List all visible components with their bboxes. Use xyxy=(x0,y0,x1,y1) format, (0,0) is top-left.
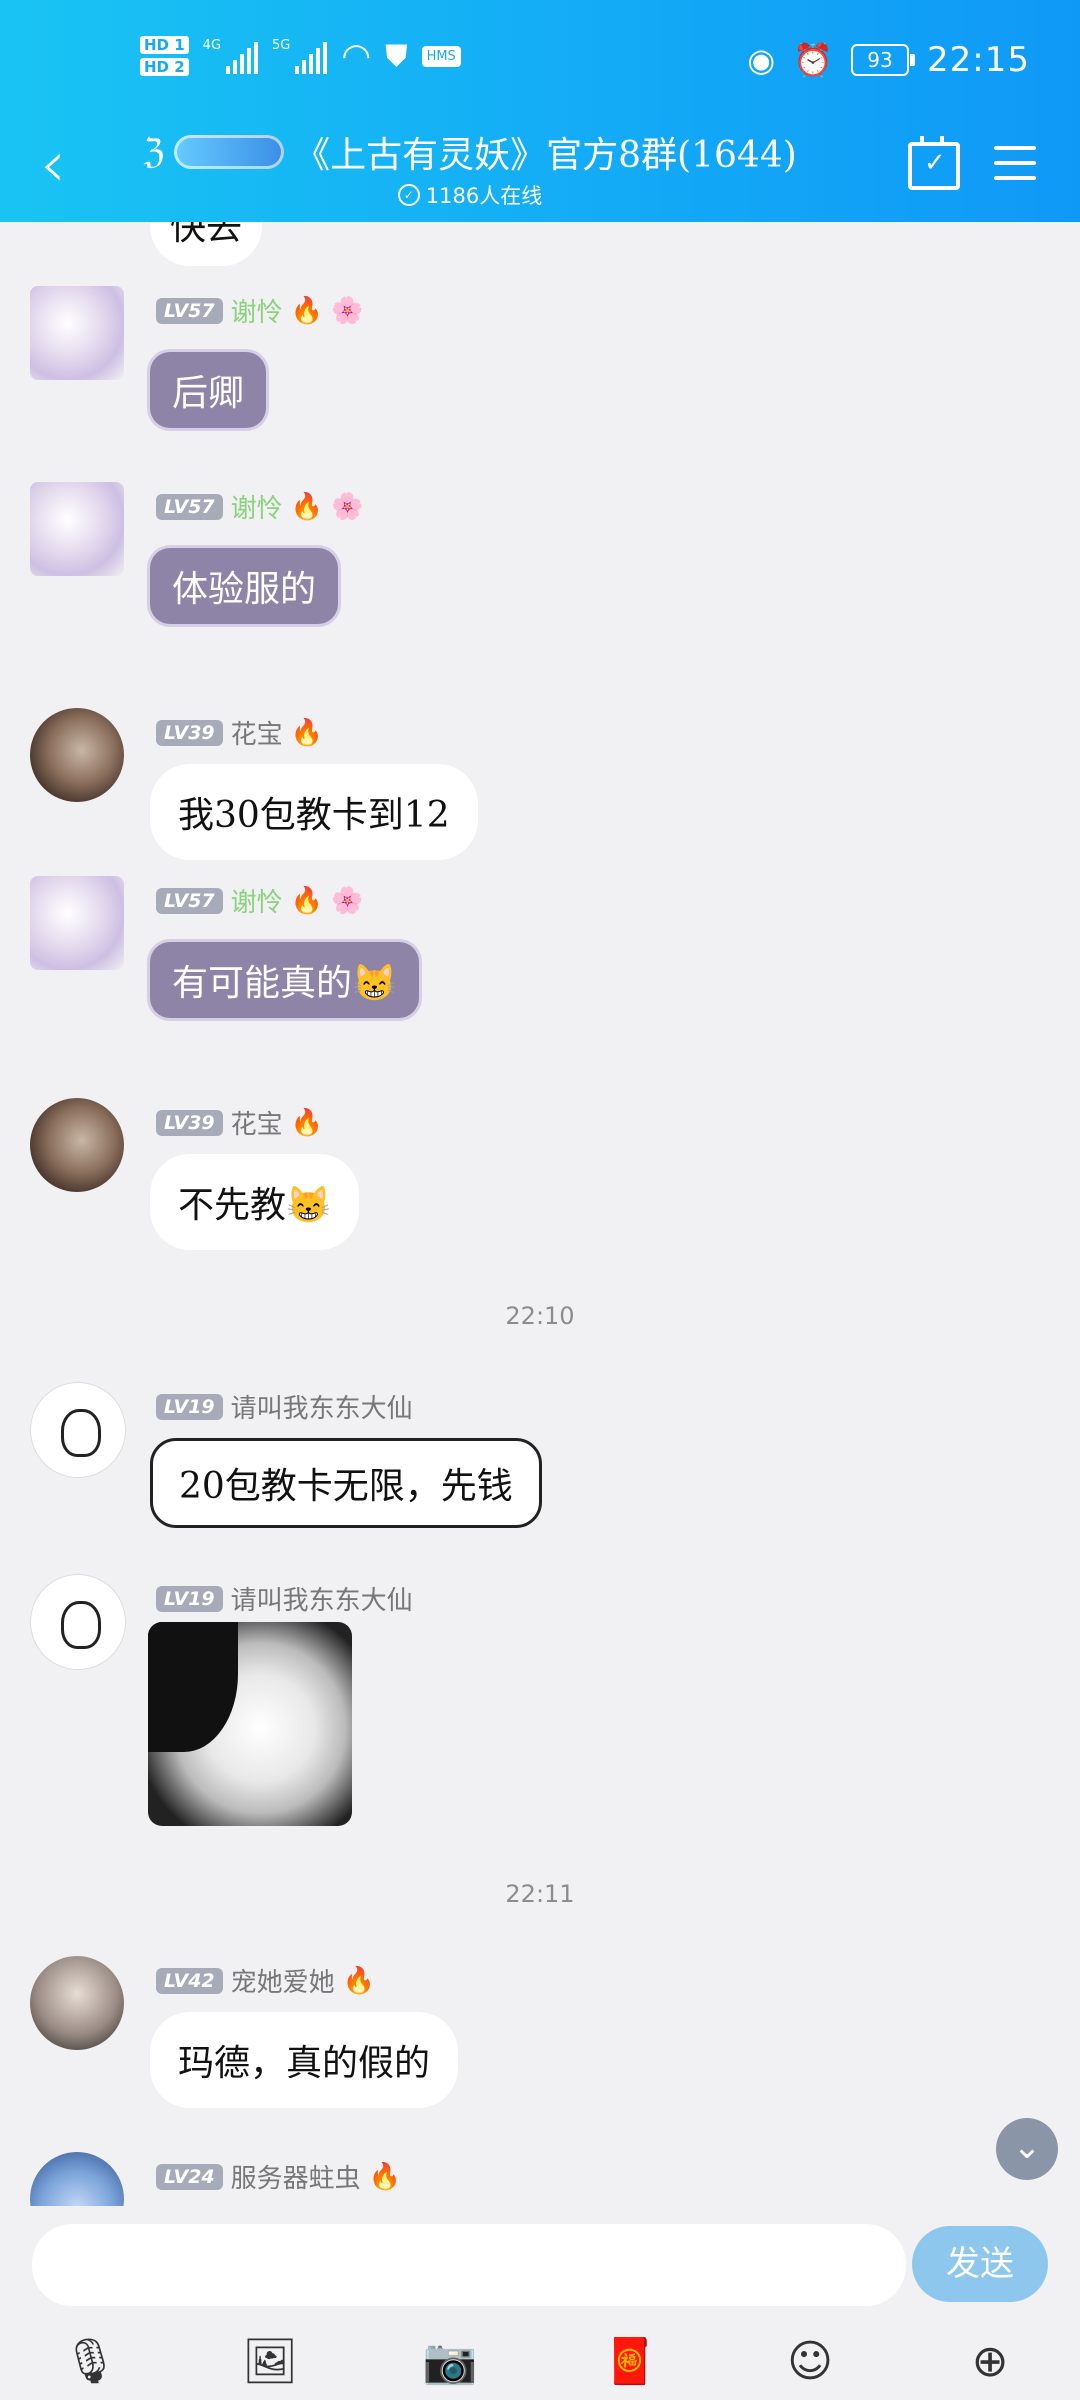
avatar[interactable] xyxy=(30,2152,124,2206)
level-badge: LV19 xyxy=(156,1585,223,1612)
message-meta: LV19 请叫我东东大仙 xyxy=(156,1388,413,1425)
avatar[interactable] xyxy=(30,1956,124,2050)
level-badge: LV24 xyxy=(156,2163,223,2190)
chat-message-list[interactable]: 快去 LV57 谢怜 🔥 🌸 后卿 LV57 谢怜 🔥 🌸 体验服的 LV39 … xyxy=(0,222,1080,2206)
nickname[interactable]: 请叫我东东大仙 xyxy=(231,1580,413,1617)
avatar[interactable] xyxy=(30,1574,126,1670)
sticker-image[interactable] xyxy=(148,1622,352,1826)
group-level-badge xyxy=(174,135,285,169)
message-meta: LV57 谢怜 🔥 🌸 xyxy=(156,488,363,525)
calendar-checkin-icon[interactable]: ✓ xyxy=(908,136,960,190)
ear-icon: ℨ xyxy=(143,132,165,172)
level-badge: LV19 xyxy=(156,1393,223,1420)
red-packet-icon[interactable]: 🧧 xyxy=(602,2334,658,2390)
battery-icon: 93 xyxy=(851,44,916,76)
message-bubble[interactable]: 体验服的 xyxy=(150,548,339,624)
camera-icon[interactable]: 📷 xyxy=(422,2334,478,2390)
fire-icon: 🔥 xyxy=(342,1965,376,1996)
message-bubble[interactable]: 不先教😸 xyxy=(150,1154,359,1250)
fire-icon: 🔥 xyxy=(290,295,324,326)
fire-icon: 🔥 xyxy=(290,717,324,748)
nickname[interactable]: 宠她爱她 xyxy=(231,1962,335,1999)
nickname[interactable]: 谢怜 xyxy=(231,882,283,919)
shield-icon: ⛊ xyxy=(385,38,408,74)
message-input[interactable] xyxy=(32,2224,906,2306)
signal-5g-icon: 5G xyxy=(272,38,328,74)
toolbar: 🎙 🖼 📷 🧧 ☺ ⊕ xyxy=(0,2334,1080,2390)
fire-icon: 🔥 xyxy=(290,885,324,916)
message-bubble[interactable]: 我30包教卡到12 xyxy=(150,764,478,860)
online-icon: ✓ xyxy=(397,184,420,206)
online-count: ✓ 1186人在线 xyxy=(120,180,820,210)
input-bar: 发送 🎙 🖼 📷 🧧 ☺ ⊕ xyxy=(0,2206,1080,2400)
nickname[interactable]: 花宝 xyxy=(231,1104,283,1141)
message-meta: LV19 请叫我东东大仙 xyxy=(156,1580,413,1617)
avatar[interactable] xyxy=(30,1382,126,1478)
hd-badges: HD 1 HD 2 xyxy=(140,36,189,76)
message-bubble[interactable]: 有可能真的😸 xyxy=(150,942,419,1018)
message-meta: LV42 宠她爱她 🔥 xyxy=(156,1962,375,1999)
message-meta: LV57 谢怜 🔥 🌸 xyxy=(156,292,363,329)
level-badge: LV57 xyxy=(156,887,223,914)
nickname[interactable]: 请叫我东东大仙 xyxy=(231,1388,413,1425)
message-meta: LV39 花宝 🔥 xyxy=(156,1104,323,1141)
message-bubble[interactable]: 后卿 xyxy=(150,352,267,428)
emoji-icon[interactable]: ☺ xyxy=(782,2334,838,2390)
avatar[interactable] xyxy=(30,482,124,576)
flower-badge-icon: 🌸 xyxy=(331,295,364,326)
level-badge: LV57 xyxy=(156,297,223,324)
signal-4g-icon: 4G xyxy=(203,38,259,74)
avatar[interactable] xyxy=(30,708,124,802)
alarm-icon: ⏰ xyxy=(793,41,834,79)
avatar[interactable] xyxy=(30,1098,124,1192)
level-badge: LV42 xyxy=(156,1967,223,1994)
hd1-badge: HD 1 xyxy=(140,36,189,54)
nickname[interactable]: 服务器蛀虫 xyxy=(231,2158,361,2195)
status-right: ◉ ⏰ 93 22:15 xyxy=(747,40,1030,80)
level-badge: LV57 xyxy=(156,493,223,520)
group-title: 《上古有灵妖》官方8群(1644) xyxy=(294,135,797,176)
photo-icon[interactable]: 🖼 xyxy=(242,2334,298,2390)
eye-icon: ◉ xyxy=(747,41,776,79)
message-bubble[interactable]: 20包教卡无限，先钱 xyxy=(150,1438,542,1528)
timestamp: 22:11 xyxy=(505,1880,575,1908)
plus-icon[interactable]: ⊕ xyxy=(962,2334,1018,2390)
status-bar: HD 1 HD 2 4G 5G ◠ ⛊ HMS ◉ ⏰ 93 22:15 xyxy=(0,0,1080,130)
send-button[interactable]: 发送 xyxy=(912,2226,1048,2302)
chat-title-area[interactable]: ℨ 《上古有灵妖》官方8群(1644) ✓ 1186人在线 xyxy=(120,126,820,210)
message-meta: LV57 谢怜 🔥 🌸 xyxy=(156,882,363,919)
back-button[interactable]: ‹ xyxy=(40,130,90,200)
flower-badge-icon: 🌸 xyxy=(331,885,364,916)
hms-badge: HMS xyxy=(421,45,461,67)
fire-icon: 🔥 xyxy=(368,2161,402,2192)
nickname[interactable]: 谢怜 xyxy=(231,292,283,329)
scroll-down-button[interactable]: ⌄ xyxy=(996,2118,1058,2180)
status-time: 22:15 xyxy=(927,40,1030,80)
message-bubble[interactable]: 玛德，真的假的 xyxy=(150,2012,459,2108)
fire-icon: 🔥 xyxy=(290,1107,324,1138)
message-bubble[interactable]: 快去 xyxy=(150,222,263,266)
level-badge: LV39 xyxy=(156,1109,223,1136)
hd2-badge: HD 2 xyxy=(140,58,189,76)
timestamp: 22:10 xyxy=(505,1302,575,1330)
avatar[interactable] xyxy=(30,286,124,380)
avatar[interactable] xyxy=(30,876,124,970)
chat-header: HD 1 HD 2 4G 5G ◠ ⛊ HMS ◉ ⏰ 93 22:15 ‹ ℨ xyxy=(0,0,1080,222)
nickname[interactable]: 谢怜 xyxy=(231,488,283,525)
menu-icon[interactable] xyxy=(994,146,1036,191)
wifi-icon: ◠ xyxy=(341,36,372,76)
nickname[interactable]: 花宝 xyxy=(231,714,283,751)
microphone-icon[interactable]: 🎙 xyxy=(62,2334,118,2390)
message-meta: LV39 花宝 🔥 xyxy=(156,714,323,751)
flower-badge-icon: 🌸 xyxy=(331,491,364,522)
online-text: 1186人在线 xyxy=(425,184,543,208)
level-badge: LV39 xyxy=(156,719,223,746)
message-meta: LV24 服务器蛀虫 🔥 xyxy=(156,2158,401,2195)
fire-icon: 🔥 xyxy=(290,491,324,522)
status-left: HD 1 HD 2 4G 5G ◠ ⛊ HMS xyxy=(140,36,461,76)
